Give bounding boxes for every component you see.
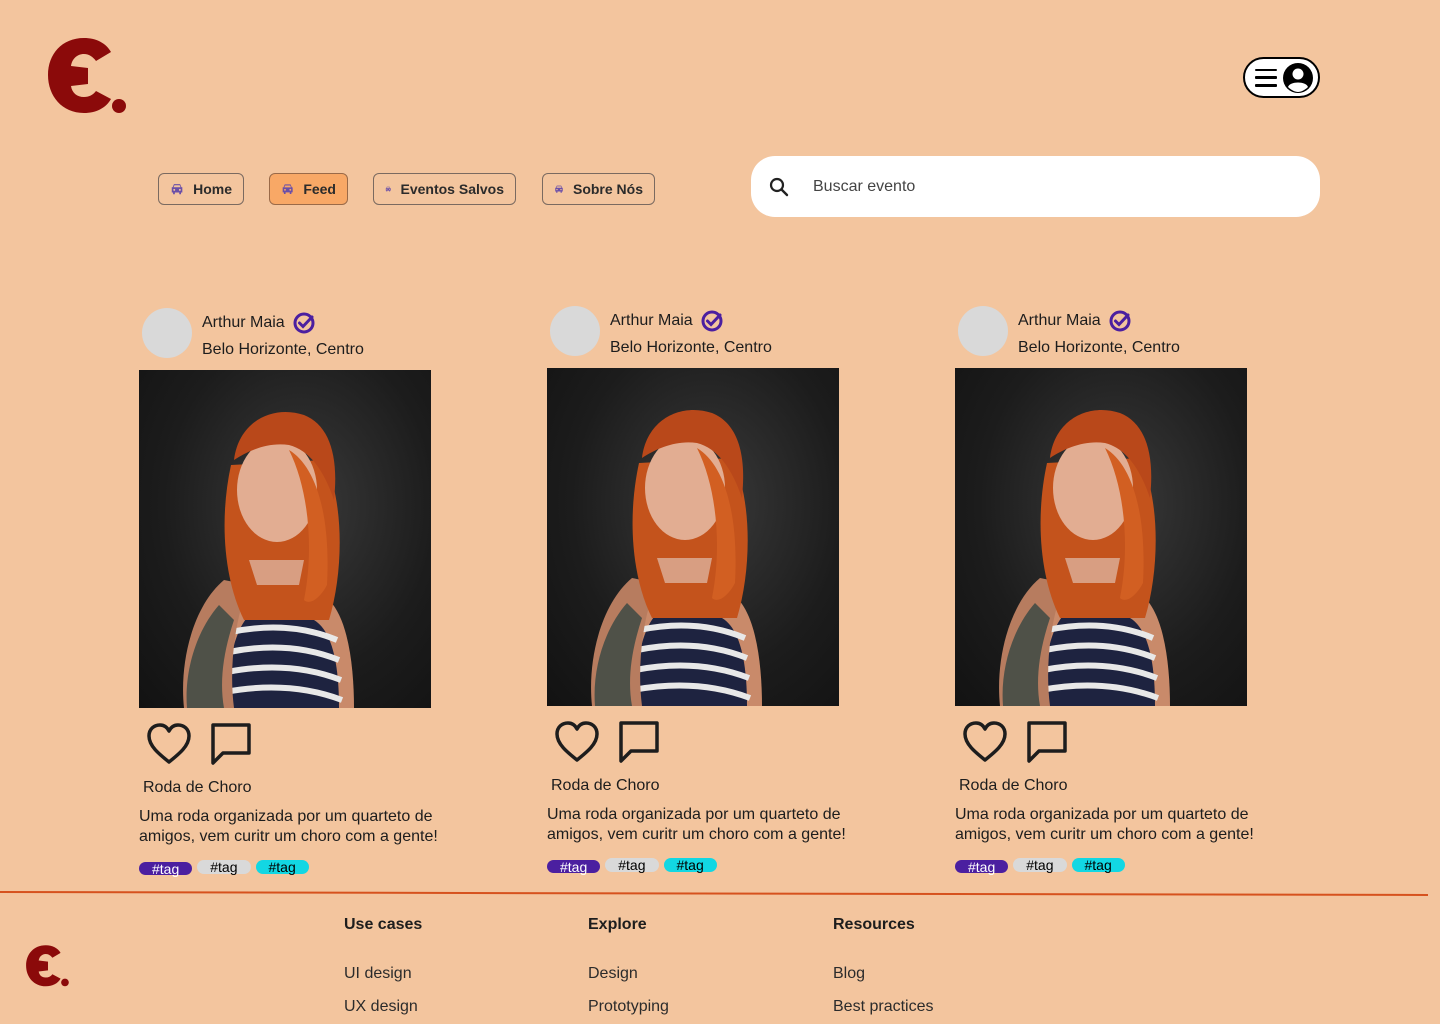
car-icon [171, 184, 183, 195]
avatar[interactable] [958, 306, 1008, 356]
tag-chip[interactable]: #tag [1013, 858, 1067, 872]
tag-chip[interactable]: #tag [197, 860, 251, 874]
footer-logo[interactable] [25, 944, 71, 990]
tag-chip[interactable]: #tag [547, 860, 601, 874]
footer-heading: Explore [588, 916, 647, 933]
nav-home-label: Home [193, 181, 232, 197]
author-name: Arthur Maia [610, 312, 693, 329]
post-author[interactable]: Arthur Maia [1018, 310, 1131, 332]
post-image[interactable] [139, 370, 431, 708]
author-name: Arthur Maia [202, 314, 285, 331]
author-name: Arthur Maia [1018, 312, 1101, 329]
post-image[interactable] [547, 368, 839, 706]
nav-about-button[interactable]: Sobre Nós [542, 173, 655, 205]
footer-heading: Resources [833, 916, 915, 933]
footer-heading: Use cases [344, 916, 423, 933]
verified-badge-icon [293, 312, 315, 334]
footer-divider [0, 891, 1428, 896]
verified-badge-icon [701, 310, 723, 332]
footer-link[interactable]: UI design [344, 965, 422, 983]
car-icon [385, 186, 391, 192]
nav-saved-events-button[interactable]: Eventos Salvos [373, 173, 516, 205]
comment-icon[interactable] [1023, 719, 1071, 765]
post-description: Uma roda organizada por um quarteto de a… [955, 806, 1254, 843]
post-actions [145, 721, 255, 767]
post-location: Belo Horizonte, Centro [610, 339, 772, 356]
post-tags: #tag #tag #tag [547, 858, 717, 874]
tag-chip[interactable]: #tag [663, 858, 717, 872]
comment-icon[interactable] [615, 719, 663, 765]
tag-chip[interactable]: #tag [139, 862, 193, 876]
footer-link[interactable]: Prototyping [588, 998, 669, 1016]
footer-column-use-cases: Use cases UI design UX design [344, 916, 422, 1016]
heart-icon[interactable] [553, 719, 601, 765]
nav-feed-label: Feed [303, 181, 336, 197]
post-description: Uma roda organizada por um quarteto de a… [139, 808, 438, 845]
footer-link[interactable]: Blog [833, 965, 933, 983]
hamburger-icon [1255, 68, 1277, 87]
tag-chip[interactable]: #tag [1071, 858, 1125, 872]
comment-icon[interactable] [207, 721, 255, 767]
post-author[interactable]: Arthur Maia [202, 312, 315, 334]
car-icon [555, 185, 563, 193]
post-actions [961, 719, 1071, 765]
footer-column-explore: Explore Design Prototyping [588, 916, 669, 1016]
nav-saved-events-label: Eventos Salvos [400, 181, 505, 197]
brand-logo[interactable] [46, 36, 130, 116]
footer-link[interactable]: Best practices [833, 998, 933, 1016]
nav-feed-button[interactable]: Feed [269, 173, 348, 205]
post-title: Roda de Choro [143, 779, 252, 796]
footer-link[interactable]: UX design [344, 998, 422, 1016]
footer-column-resources: Resources Blog Best practices [833, 916, 933, 1016]
avatar[interactable] [550, 306, 600, 356]
car-icon [282, 184, 293, 194]
tag-chip[interactable]: #tag [605, 858, 659, 872]
avatar[interactable] [142, 308, 192, 358]
nav-home-button[interactable]: Home [158, 173, 244, 205]
verified-badge-icon [1109, 310, 1131, 332]
tag-chip[interactable]: #tag [955, 860, 1009, 874]
heart-icon[interactable] [145, 721, 193, 767]
post-title: Roda de Choro [959, 777, 1068, 794]
post-tags: #tag #tag #tag [955, 858, 1125, 874]
post-image[interactable] [955, 368, 1247, 706]
footer-link[interactable]: Design [588, 965, 669, 983]
heart-icon[interactable] [961, 719, 1009, 765]
user-profile-icon [1283, 62, 1313, 93]
post-description: Uma roda organizada por um quarteto de a… [547, 806, 846, 843]
post-tags: #tag #tag #tag [139, 860, 309, 876]
search-icon [769, 177, 789, 196]
post-location: Belo Horizonte, Centro [202, 341, 364, 358]
post-actions [553, 719, 663, 765]
post-title: Roda de Choro [551, 777, 660, 794]
nav-about-label: Sobre Nós [572, 181, 643, 197]
search-input[interactable] [813, 177, 1273, 196]
account-menu-button[interactable] [1243, 57, 1320, 98]
search-bar[interactable] [751, 156, 1320, 217]
post-author[interactable]: Arthur Maia [610, 310, 723, 332]
tag-chip[interactable]: #tag [255, 860, 309, 874]
post-location: Belo Horizonte, Centro [1018, 339, 1180, 356]
